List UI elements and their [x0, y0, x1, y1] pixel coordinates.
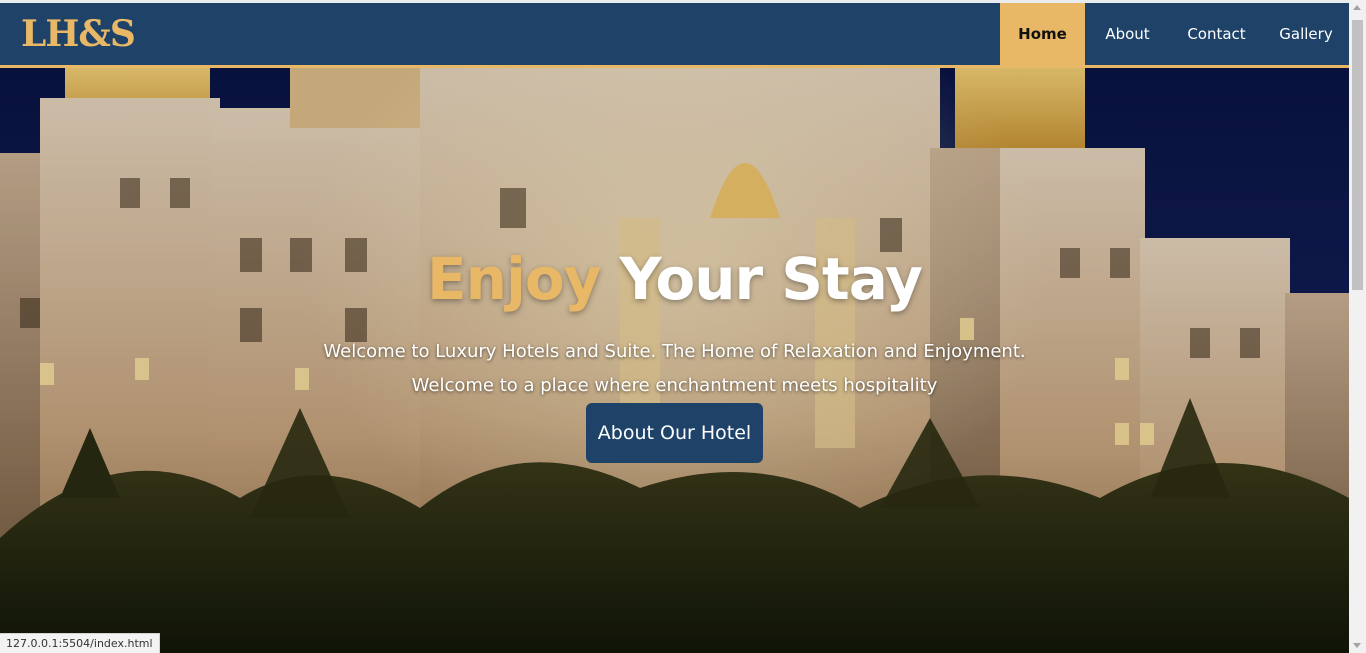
hero-subtitle-2: Welcome to a place where enchantment mee… — [411, 375, 938, 396]
hero-title: Enjoy Your Stay — [0, 243, 1349, 315]
navbar: LH&S Home About Contact Gallery — [0, 3, 1349, 68]
brand-logo[interactable]: LH&S — [21, 14, 136, 54]
hero-section: Enjoy Your Stay Welcome to Luxury Hotels… — [0, 68, 1349, 653]
hero-title-accent: Enjoy — [427, 245, 601, 313]
vertical-scrollbar[interactable] — [1349, 0, 1366, 653]
scroll-up-icon[interactable] — [1353, 5, 1361, 10]
hero-title-rest: Your Stay — [600, 245, 923, 313]
scroll-thumb[interactable] — [1352, 20, 1363, 290]
about-hotel-button[interactable]: About Our Hotel — [586, 403, 763, 463]
nav-link-about[interactable]: About — [1085, 3, 1170, 65]
main-nav: Home About Contact Gallery — [1000, 3, 1349, 65]
nav-link-contact[interactable]: Contact — [1170, 3, 1263, 65]
page: LH&S Home About Contact Gallery Enjoy Yo… — [0, 0, 1366, 653]
scroll-down-icon[interactable] — [1353, 643, 1361, 648]
status-bar-url: 127.0.0.1:5504/index.html — [0, 633, 160, 653]
nav-link-home[interactable]: Home — [1000, 3, 1085, 65]
nav-link-gallery[interactable]: Gallery — [1263, 3, 1349, 65]
hero-subtitle-1: Welcome to Luxury Hotels and Suite. The … — [323, 341, 1026, 362]
